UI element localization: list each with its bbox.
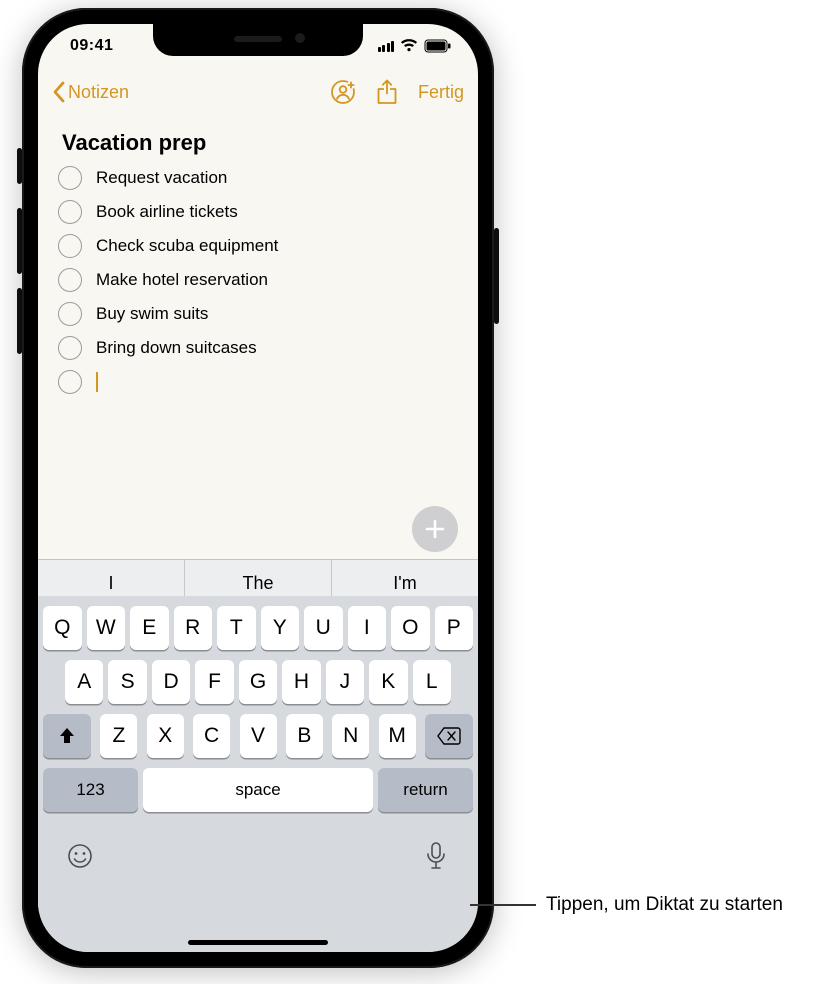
backspace-key[interactable] xyxy=(425,714,473,758)
home-indicator[interactable] xyxy=(188,940,328,945)
cellular-icon xyxy=(378,41,395,52)
numbers-key[interactable]: 123 xyxy=(43,768,138,812)
list-item-label: Check scuba equipment xyxy=(96,236,278,256)
key-d[interactable]: D xyxy=(152,660,190,704)
key-z[interactable]: Z xyxy=(100,714,137,758)
callout-label: Tippen, um Diktat zu starten xyxy=(546,892,783,918)
key-o[interactable]: O xyxy=(391,606,430,650)
key-f[interactable]: F xyxy=(195,660,233,704)
key-m[interactable]: M xyxy=(379,714,416,758)
screen: 09:41 Notizen xyxy=(38,24,478,952)
key-j[interactable]: J xyxy=(326,660,364,704)
phone-frame: 09:41 Notizen xyxy=(22,8,494,968)
key-h[interactable]: H xyxy=(282,660,320,704)
list-item[interactable]: Request vacation xyxy=(58,166,458,190)
note-title: Vacation prep xyxy=(62,130,458,156)
list-item[interactable] xyxy=(58,370,458,394)
share-icon[interactable] xyxy=(376,79,398,105)
key-r[interactable]: R xyxy=(174,606,213,650)
list-item[interactable]: Make hotel reservation xyxy=(58,268,458,292)
plus-icon xyxy=(423,517,447,541)
checkbox[interactable] xyxy=(58,268,82,292)
list-item[interactable]: Bring down suitcases xyxy=(58,336,458,360)
nav-bar: Notizen Fertig xyxy=(38,68,478,116)
key-q[interactable]: Q xyxy=(43,606,82,650)
side-button-vol-down xyxy=(17,288,22,354)
key-b[interactable]: B xyxy=(286,714,323,758)
list-item-label: Buy swim suits xyxy=(96,304,208,324)
microphone-icon xyxy=(424,841,448,871)
notch xyxy=(153,24,363,56)
side-button-vol-up xyxy=(17,208,22,274)
back-label: Notizen xyxy=(68,82,129,103)
checkbox[interactable] xyxy=(58,234,82,258)
key-y[interactable]: Y xyxy=(261,606,300,650)
keyboard: Q W E R T Y U I O P A S D F G H xyxy=(38,596,478,952)
key-k[interactable]: K xyxy=(369,660,407,704)
text-cursor xyxy=(96,372,98,392)
space-key[interactable]: space xyxy=(143,768,373,812)
key-c[interactable]: C xyxy=(193,714,230,758)
key-a[interactable]: A xyxy=(65,660,103,704)
wifi-icon xyxy=(400,39,418,53)
checklist: Request vacation Book airline tickets Ch… xyxy=(58,166,458,394)
key-u[interactable]: U xyxy=(304,606,343,650)
callout: Tippen, um Diktat zu starten xyxy=(470,892,783,918)
list-item-label: Request vacation xyxy=(96,168,227,188)
side-button-power xyxy=(494,228,499,324)
return-key[interactable]: return xyxy=(378,768,473,812)
list-item[interactable]: Buy swim suits xyxy=(58,302,458,326)
dictation-key[interactable] xyxy=(421,841,451,871)
key-w[interactable]: W xyxy=(87,606,126,650)
key-i[interactable]: I xyxy=(348,606,387,650)
emoji-icon xyxy=(66,842,94,870)
key-s[interactable]: S xyxy=(108,660,146,704)
side-button-silence xyxy=(17,148,22,184)
key-x[interactable]: X xyxy=(147,714,184,758)
key-e[interactable]: E xyxy=(130,606,169,650)
checkbox[interactable] xyxy=(58,370,82,394)
key-n[interactable]: N xyxy=(332,714,369,758)
list-item-label: Book airline tickets xyxy=(96,202,238,222)
callout-line xyxy=(470,904,536,906)
list-item-label: Make hotel reservation xyxy=(96,270,268,290)
chevron-left-icon xyxy=(52,81,66,103)
collaborate-icon[interactable] xyxy=(330,79,356,105)
key-g[interactable]: G xyxy=(239,660,277,704)
shift-key[interactable] xyxy=(43,714,91,758)
backspace-icon xyxy=(437,727,461,745)
add-button[interactable] xyxy=(412,506,458,552)
list-item[interactable]: Book airline tickets xyxy=(58,200,458,224)
key-t[interactable]: T xyxy=(217,606,256,650)
checkbox[interactable] xyxy=(58,166,82,190)
key-l[interactable]: L xyxy=(413,660,451,704)
done-button[interactable]: Fertig xyxy=(418,82,464,103)
checkbox[interactable] xyxy=(58,302,82,326)
back-button[interactable]: Notizen xyxy=(52,81,129,103)
battery-icon xyxy=(424,39,452,53)
checkbox[interactable] xyxy=(58,336,82,360)
emoji-key[interactable] xyxy=(65,841,95,871)
key-p[interactable]: P xyxy=(435,606,474,650)
list-item-label: Bring down suitcases xyxy=(96,338,257,358)
checkbox[interactable] xyxy=(58,200,82,224)
shift-icon xyxy=(57,726,77,746)
status-time: 09:41 xyxy=(62,37,113,55)
list-item[interactable]: Check scuba equipment xyxy=(58,234,458,258)
key-v[interactable]: V xyxy=(240,714,277,758)
